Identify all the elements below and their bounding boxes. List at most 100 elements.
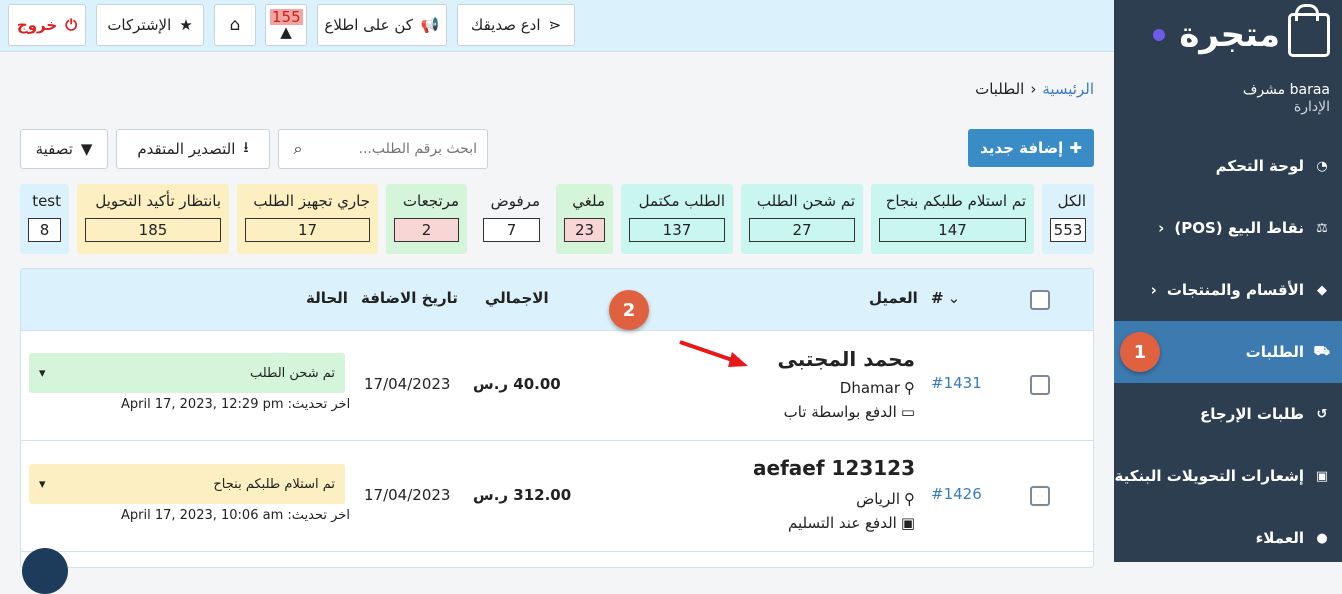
user-info: baraa مشرف الإدارة bbox=[1114, 70, 1342, 130]
annotation-marker-2: 2 bbox=[609, 290, 649, 330]
subscriptions-label: الإشتركات bbox=[107, 16, 172, 34]
notifications-button[interactable]: 155 ▲ bbox=[265, 4, 307, 46]
home-icon: ⌂ bbox=[229, 15, 241, 35]
sidebar-item-returns[interactable]: ↺ طلبات الإرجاع bbox=[1114, 383, 1342, 445]
last-update: اخر تحديث: April 17, 2023, 12:29 pm bbox=[121, 397, 350, 412]
status-select-value: تم شحن الطلب bbox=[249, 365, 335, 381]
column-number-label: # bbox=[931, 289, 944, 307]
sort-chevron-icon: ⌄ bbox=[947, 289, 961, 307]
download-icon: ⭳ bbox=[243, 137, 249, 156]
last-update: اخر تحديث: April 17, 2023, 10:06 am bbox=[121, 508, 350, 523]
status-card-label: مرفوض bbox=[490, 192, 540, 210]
subscriptions-button[interactable]: ★ الإشتركات bbox=[96, 4, 204, 46]
cart-icon: ⛟ bbox=[1313, 343, 1330, 359]
share-icon: ⋖ bbox=[548, 16, 562, 34]
credit-card-icon: ▭ bbox=[900, 403, 915, 421]
status-select[interactable]: تم شحن الطلب ▾ bbox=[29, 353, 345, 393]
order-total: 312.00 ر.س bbox=[473, 486, 572, 504]
column-customer: العميل bbox=[869, 289, 918, 307]
order-id-link[interactable]: #1431 bbox=[931, 374, 982, 392]
last-update-value: April 17, 2023, 10:06 am bbox=[121, 508, 284, 523]
row-checkbox[interactable] bbox=[1030, 486, 1050, 506]
sidebar-item-label: طلبات الإرجاع bbox=[1200, 405, 1304, 423]
user-icon: ● bbox=[1316, 530, 1328, 546]
logout-button[interactable]: ⏻ خروج bbox=[8, 4, 86, 46]
sidebar-item-orders[interactable]: ⛟ الطلبات 1 bbox=[1114, 321, 1342, 383]
search-icon[interactable]: ⌕ bbox=[279, 139, 317, 159]
megaphone-icon: 📢 bbox=[420, 16, 440, 34]
status-card-count: 17 bbox=[245, 218, 370, 242]
undo-icon: ↺ bbox=[1316, 406, 1328, 422]
customer-city: ⚲ Dhamar bbox=[840, 379, 915, 397]
sidebar-item-customers[interactable]: ● العملاء bbox=[1114, 507, 1342, 569]
select-all-checkbox[interactable] bbox=[1030, 290, 1050, 310]
user-role: الإدارة bbox=[1293, 99, 1330, 115]
status-card-label: test bbox=[32, 192, 61, 210]
annotation-marker-1: 1 bbox=[1120, 332, 1160, 372]
breadcrumb: الرئيسية ‹ الطلبات bbox=[975, 80, 1094, 98]
cash-icon: ▣ bbox=[900, 514, 915, 532]
breadcrumb-current: الطلبات bbox=[975, 80, 1025, 98]
stay-informed-button[interactable]: 📢 كن على اطلاع bbox=[317, 4, 447, 46]
sidebar-item-bank-transfers[interactable]: ▣ إشعارات التحويلات البنكية bbox=[1114, 445, 1342, 507]
sidebar-item-pos[interactable]: ⚖ نقاط البيع (POS) ‹ bbox=[1114, 197, 1342, 259]
status-card-all[interactable]: الكل 553 bbox=[1042, 184, 1094, 254]
map-marker-icon: ⚲ bbox=[904, 379, 915, 397]
status-card-shipped[interactable]: تم شحن الطلب 27 bbox=[741, 184, 863, 254]
status-card-rejected[interactable]: مرفوض 7 bbox=[475, 184, 548, 254]
customer-name: aefaef 123123 bbox=[753, 456, 915, 480]
payment-method-label: الدفع عند التسليم bbox=[788, 514, 897, 532]
chevron-left-icon: ‹ bbox=[1158, 219, 1165, 237]
shopping-bag-icon bbox=[1288, 4, 1330, 57]
status-card-awaiting-transfer[interactable]: بانتظار تأكيد التحويل 185 bbox=[77, 184, 229, 254]
status-card-label: بانتظار تأكيد التحويل bbox=[95, 192, 221, 210]
dashboard-icon: ◔ bbox=[1316, 158, 1328, 174]
search-input[interactable] bbox=[317, 141, 487, 157]
status-card-received[interactable]: تم استلام طلبكم بنجاح 147 bbox=[871, 184, 1034, 254]
status-card-completed[interactable]: الطلب مكتمل 137 bbox=[621, 184, 733, 254]
status-select[interactable]: تم استلام طلبكم بنجاح ▾ bbox=[29, 464, 345, 504]
column-status: الحالة bbox=[306, 289, 348, 307]
status-card-count: 7 bbox=[483, 218, 540, 242]
row-checkbox[interactable] bbox=[1030, 375, 1050, 395]
status-card-label: تم شحن الطلب bbox=[756, 192, 855, 210]
home-button[interactable]: ⌂ bbox=[214, 4, 256, 46]
customer-city-label: الرياض bbox=[856, 490, 900, 508]
status-card-count: 27 bbox=[749, 218, 855, 242]
logo-text: متجرة bbox=[1179, 15, 1280, 55]
status-card-count: 8 bbox=[28, 218, 61, 242]
sidebar-item-dashboard[interactable]: ◔ لوحة التحكم bbox=[1114, 135, 1342, 197]
filter-button[interactable]: ▼ تصفية bbox=[20, 129, 108, 169]
chat-widget-button[interactable] bbox=[22, 548, 68, 594]
payment-method: ▣ الدفع عند التسليم bbox=[788, 514, 915, 532]
breadcrumb-home-link[interactable]: الرئيسية bbox=[1042, 80, 1094, 98]
chevron-left-icon: ‹ bbox=[1150, 281, 1157, 299]
top-bar: ⏻ خروج ★ الإشتركات ⌂ 155 ▲ 📢 كن على اطلا… bbox=[0, 0, 1114, 52]
status-card-test[interactable]: test 8 bbox=[20, 184, 69, 254]
logo[interactable]: متجرة bbox=[1114, 0, 1342, 70]
status-card-count: 2 bbox=[394, 218, 459, 242]
table-header: ⌄ # العميل الاجمالي تاريخ الاضافة الحالة… bbox=[21, 269, 1093, 331]
customer-city-label: Dhamar bbox=[839, 379, 900, 397]
column-number[interactable]: ⌄ # bbox=[931, 289, 960, 307]
status-card-label: مرتجعات bbox=[402, 192, 459, 210]
sidebar-item-label: الطلبات bbox=[1245, 343, 1304, 361]
notifications-badge: 155 bbox=[270, 8, 303, 26]
add-new-button[interactable]: ✚ إضافة جديد bbox=[968, 129, 1094, 167]
status-select-value: تم استلام طلبكم بنجاح bbox=[213, 476, 335, 492]
status-card-count: 553 bbox=[1050, 218, 1086, 242]
sidebar-item-label: إشعارات التحويلات البنكية bbox=[1114, 467, 1304, 485]
column-date-added: تاريخ الاضافة bbox=[361, 289, 458, 307]
status-card-cancelled[interactable]: ملغي 23 bbox=[556, 184, 613, 254]
customer-city: ⚲ الرياض bbox=[856, 490, 915, 508]
table-row: #1426 aefaef 123123 ⚲ الرياض ▣ الدفع عند… bbox=[21, 442, 1093, 552]
add-new-label: إضافة جديد bbox=[980, 139, 1064, 157]
last-update-value: April 17, 2023, 12:29 pm bbox=[121, 397, 284, 412]
advanced-export-button[interactable]: ⭳ التصدير المتقدم bbox=[116, 129, 270, 169]
invite-friend-button[interactable]: ⋖ ادع صديقك bbox=[457, 4, 575, 46]
status-card-returns[interactable]: مرتجعات 2 bbox=[386, 184, 467, 254]
scale-icon: ⚖ bbox=[1316, 220, 1328, 236]
order-id-link[interactable]: #1426 bbox=[931, 485, 982, 503]
sidebar-item-categories[interactable]: ◆ الأقسام والمنتجات ‹ bbox=[1114, 259, 1342, 321]
status-card-preparing[interactable]: جاري تجهيز الطلب 17 bbox=[237, 184, 378, 254]
